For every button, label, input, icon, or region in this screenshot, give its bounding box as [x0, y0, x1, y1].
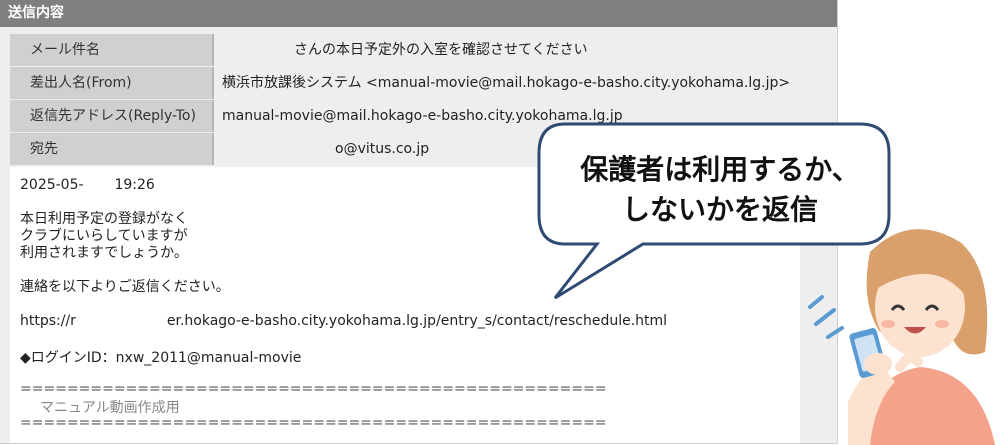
message-footer-text: マニュアル動画作成用 — [40, 400, 180, 416]
message-login-id: ◆ログインID：nxw_2011@manual-movie — [20, 350, 302, 366]
message-date: 2025-05- 19:26 — [20, 177, 155, 193]
field-label-to: 宛先 — [10, 133, 214, 165]
message-line-4: 連絡を以下よりご返信ください。 — [20, 279, 230, 295]
field-row-subject: メール件名 さんの本日予定外の入室を確認させてください — [10, 34, 837, 66]
woman-with-phone-illustration — [808, 229, 995, 445]
message-divider-1: ========================================… — [20, 381, 607, 397]
callout-line-1: 保護者は利用するか、 — [580, 153, 860, 186]
field-label-reply-to: 返信先アドレス(Reply-To) — [10, 100, 214, 132]
field-label-subject: メール件名 — [10, 34, 214, 66]
message-url-end: er.hokago-e-basho.city.yokohama.lg.jp/en… — [166, 313, 668, 329]
field-value-to: o@vitus.co.jp — [335, 141, 430, 157]
message-date-start: 2025-05- — [20, 177, 84, 193]
message-line-3: 利用されますでしょうか。 — [20, 245, 188, 261]
message-divider-2: ========================================… — [20, 415, 607, 431]
message-date-end: 19:26 — [114, 177, 155, 193]
panel-header: 送信内容 — [0, 0, 837, 27]
field-value-from: 横浜市放課後システム <manual-movie@mail.hokago-e-b… — [222, 75, 791, 91]
field-value-subject: さんの本日予定外の入室を確認させてください — [294, 42, 588, 58]
field-label-from: 差出人名(From) — [10, 67, 214, 99]
message-url-start: https://r — [20, 313, 76, 329]
field-row-from: 差出人名(From) 横浜市放課後システム <manual-movie@mail… — [10, 67, 837, 99]
message-url: https://r er.hokago-e-basho.city.yokoham… — [20, 313, 667, 329]
